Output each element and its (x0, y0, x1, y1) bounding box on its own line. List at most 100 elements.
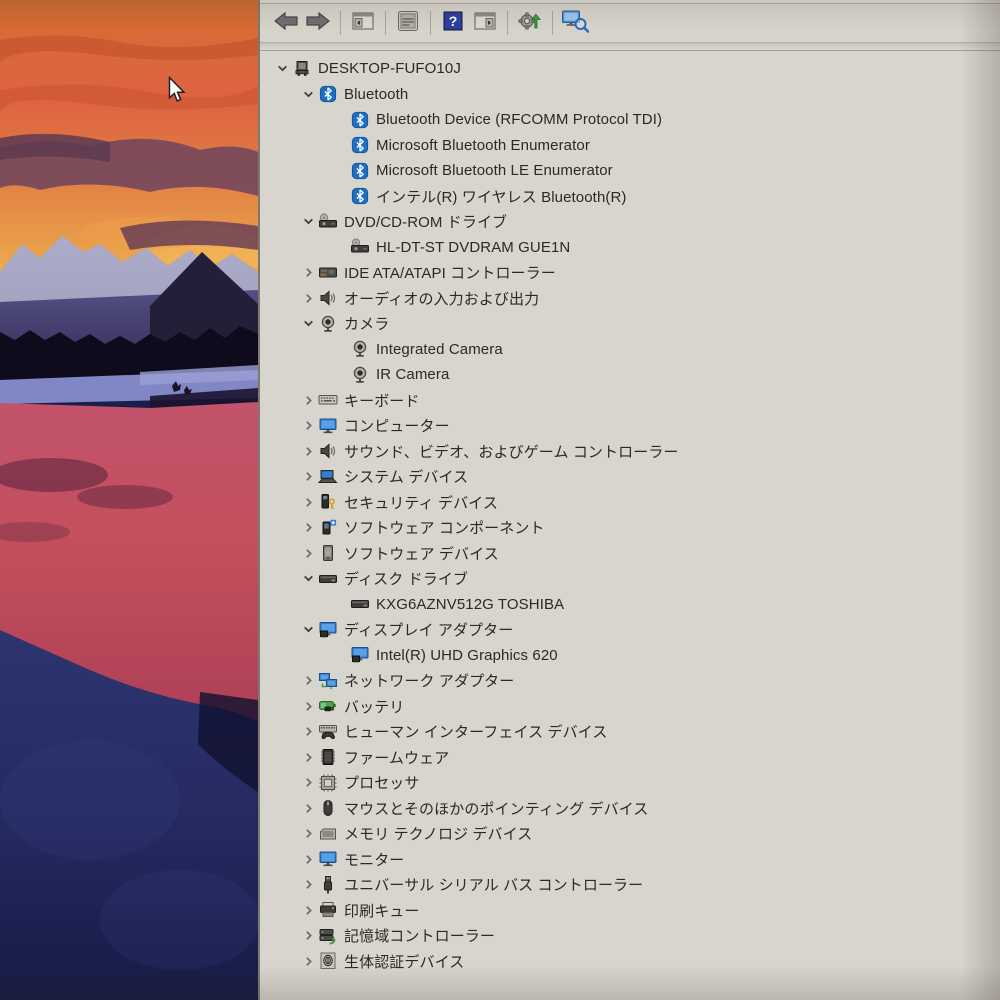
toolbar-button-scan-hardware[interactable] (560, 9, 590, 37)
tree-item-label: KXG6AZNV512G TOSHIBA (376, 595, 565, 613)
tree-item[interactable]: Integrated Camera (260, 337, 1000, 363)
tree-item[interactable]: Intel(R) UHD Graphics 620 (260, 643, 1000, 669)
toolbar-button-forward-arrow[interactable] (303, 9, 333, 37)
chevron-right-icon[interactable] (298, 747, 318, 767)
chevron-right-icon[interactable] (298, 951, 318, 971)
mouse-cursor (168, 75, 186, 103)
tree-item[interactable]: カメラ (260, 311, 1000, 337)
chevron-right-icon[interactable] (298, 798, 318, 818)
camera-icon (350, 365, 370, 385)
toolbar-button-help[interactable]: ? (438, 9, 468, 37)
chevron-right-icon[interactable] (298, 390, 318, 410)
tree-item[interactable]: マウスとそのほかのポインティング デバイス (260, 796, 1000, 822)
chevron-right-icon[interactable] (298, 492, 318, 512)
chevron-right-icon[interactable] (298, 416, 318, 436)
tree-item[interactable]: Bluetooth Device (RFCOMM Protocol TDI) (260, 107, 1000, 133)
chevron-right-icon[interactable] (298, 824, 318, 844)
toolbar-button-console-tree[interactable] (348, 9, 378, 37)
chevron-right-icon[interactable] (298, 696, 318, 716)
tree-item[interactable]: セキュリティ デバイス (260, 490, 1000, 516)
tree-item[interactable]: DESKTOP-FUFO10J (260, 56, 1000, 82)
tree-item[interactable]: システム デバイス (260, 464, 1000, 490)
tree-item[interactable]: Bluetooth (260, 82, 1000, 108)
monitor-icon (318, 849, 338, 869)
chevron-down-icon[interactable] (298, 620, 318, 640)
toolbar-button-action-pane[interactable] (470, 9, 500, 37)
tree-item-label: Microsoft Bluetooth LE Enumerator (376, 162, 613, 180)
chevron-down-icon[interactable] (298, 84, 318, 104)
network-adapter-icon (318, 671, 338, 691)
display-adapter-icon (318, 620, 338, 640)
tree-item[interactable]: Microsoft Bluetooth Enumerator (260, 133, 1000, 159)
tree-item[interactable]: オーディオの入力および出力 (260, 286, 1000, 312)
toolbar-button-update-driver[interactable] (515, 9, 545, 37)
chevron-down-icon[interactable] (272, 59, 292, 79)
tree-item[interactable]: ディスプレイ アダプター (260, 617, 1000, 643)
tree-item-label: ディスク ドライブ (344, 571, 469, 589)
chevron-right-icon[interactable] (298, 441, 318, 461)
tree-item-label: IR Camera (376, 366, 450, 384)
tree-item[interactable]: IDE ATA/ATAPI コントローラー (260, 260, 1000, 286)
action-pane-icon (474, 11, 496, 36)
tree-item[interactable]: ディスク ドライブ (260, 566, 1000, 592)
toolbar-separator (340, 11, 341, 35)
tree-item[interactable]: ヒューマン インターフェイス デバイス (260, 719, 1000, 745)
chevron-right-icon[interactable] (298, 467, 318, 487)
tree-item-label: システム デバイス (344, 469, 469, 487)
tree-item-label: Bluetooth Device (RFCOMM Protocol TDI) (376, 111, 663, 129)
toolbar-divider (260, 42, 1000, 51)
chevron-right-icon[interactable] (298, 926, 318, 946)
toolbar-button-properties[interactable] (393, 9, 423, 37)
tree-item[interactable]: キーボード (260, 388, 1000, 414)
chevron-right-icon[interactable] (298, 288, 318, 308)
tree-item[interactable]: プロセッサ (260, 770, 1000, 796)
biometric-icon (318, 951, 338, 971)
tree-item[interactable]: 記憶域コントローラー (260, 923, 1000, 949)
chevron-right-icon[interactable] (298, 849, 318, 869)
bluetooth-icon (350, 110, 370, 130)
chevron-down-icon[interactable] (298, 314, 318, 334)
chevron-right-icon[interactable] (298, 518, 318, 538)
tree-item[interactable]: メモリ テクノロジ デバイス (260, 821, 1000, 847)
tree-item-label: Intel(R) UHD Graphics 620 (376, 646, 558, 664)
tree-item[interactable]: モニター (260, 847, 1000, 873)
chevron-right-icon[interactable] (298, 875, 318, 895)
toolbar-separator (552, 11, 553, 35)
tree-item[interactable]: ネットワーク アダプター (260, 668, 1000, 694)
tree-item[interactable]: ユニバーサル シリアル バス コントローラー (260, 872, 1000, 898)
processor-icon (318, 773, 338, 793)
chevron-right-icon[interactable] (298, 773, 318, 793)
tree-item[interactable]: バッテリ (260, 694, 1000, 720)
tree-item[interactable]: 生体認証デバイス (260, 949, 1000, 975)
chevron-down-icon[interactable] (298, 212, 318, 232)
tree-item[interactable]: DVD/CD-ROM ドライブ (260, 209, 1000, 235)
chevron-right-icon[interactable] (298, 900, 318, 920)
bluetooth-icon (350, 161, 370, 181)
tree-item[interactable]: 印刷キュー (260, 898, 1000, 924)
bluetooth-icon (350, 135, 370, 155)
tree-item[interactable]: インテル(R) ワイヤレス Bluetooth(R) (260, 184, 1000, 210)
toolbar: ? (260, 4, 1000, 42)
tree-item[interactable]: ソフトウェア コンポーネント (260, 515, 1000, 541)
tree-item[interactable]: サウンド、ビデオ、およびゲーム コントローラー (260, 439, 1000, 465)
update-driver-icon (517, 10, 543, 37)
tree-item-label: モニター (344, 851, 405, 869)
chevron-right-icon[interactable] (298, 263, 318, 283)
tree-item[interactable]: コンピューター (260, 413, 1000, 439)
firmware-icon (318, 747, 338, 767)
tree-item[interactable]: ソフトウェア デバイス (260, 541, 1000, 567)
storage-controller-icon (318, 926, 338, 946)
desktop-wallpaper (0, 0, 258, 1000)
tree-item[interactable]: KXG6AZNV512G TOSHIBA (260, 592, 1000, 618)
tree-item[interactable]: IR Camera (260, 362, 1000, 388)
chevron-down-icon[interactable] (298, 569, 318, 589)
tree-item[interactable]: Microsoft Bluetooth LE Enumerator (260, 158, 1000, 184)
chevron-right-icon[interactable] (298, 671, 318, 691)
chevron-right-icon[interactable] (298, 543, 318, 563)
print-queue-icon (318, 900, 338, 920)
chevron-right-icon[interactable] (298, 722, 318, 742)
tree-item[interactable]: ファームウェア (260, 745, 1000, 771)
tree-item-label: ソフトウェア デバイス (344, 545, 499, 563)
toolbar-button-back-arrow[interactable] (271, 9, 301, 37)
tree-item[interactable]: HL-DT-ST DVDRAM GUE1N (260, 235, 1000, 261)
